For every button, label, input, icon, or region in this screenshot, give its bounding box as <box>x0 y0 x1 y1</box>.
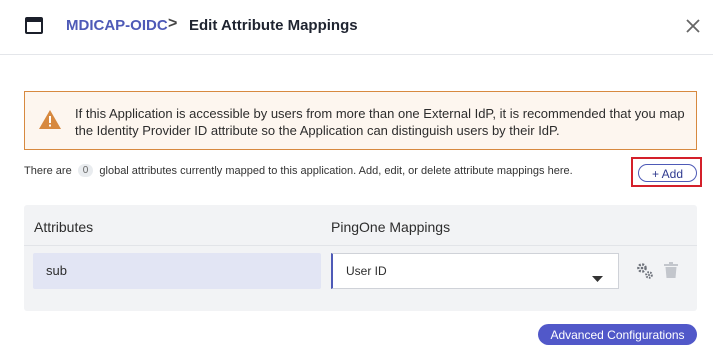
attributes-column-header: Attributes <box>34 219 94 235</box>
warning-text: If this Application is accessible by use… <box>75 106 685 138</box>
mapped-count-badge: 0 <box>77 164 94 177</box>
close-icon[interactable] <box>683 16 703 36</box>
pingone-mappings-column-header: PingOne Mappings <box>331 219 451 235</box>
warning-triangle-icon <box>39 110 61 134</box>
attribute-name-field[interactable]: sub <box>33 253 321 289</box>
chevron-down-icon <box>592 269 603 287</box>
trash-icon[interactable] <box>664 262 678 283</box>
mapping-info-text: There are 0 global attributes currently … <box>24 164 573 177</box>
gear-icon[interactable] <box>635 262 655 285</box>
page-title: Edit Attribute Mappings <box>189 17 358 34</box>
attribute-mapping-table: Attributes PingOne Mappings sub User ID <box>24 205 697 311</box>
application-icon <box>25 17 43 34</box>
breadcrumb-separator: > <box>168 15 178 32</box>
info-prefix: There are <box>24 165 72 177</box>
modal-header: MDICAP-OIDC > Edit Attribute Mappings <box>0 0 713 55</box>
warning-banner: If this Application is accessible by use… <box>24 91 697 150</box>
header-divider <box>24 245 697 246</box>
advanced-configurations-button[interactable]: Advanced Configurations <box>538 324 697 345</box>
breadcrumb-app-name[interactable]: MDICAP-OIDC <box>66 17 168 34</box>
pingone-mapping-select[interactable]: User ID <box>331 253 619 289</box>
pingone-mapping-value: User ID <box>346 264 387 278</box>
info-suffix: global attributes currently mapped to th… <box>99 165 573 177</box>
add-mapping-button[interactable]: + Add <box>638 164 697 182</box>
